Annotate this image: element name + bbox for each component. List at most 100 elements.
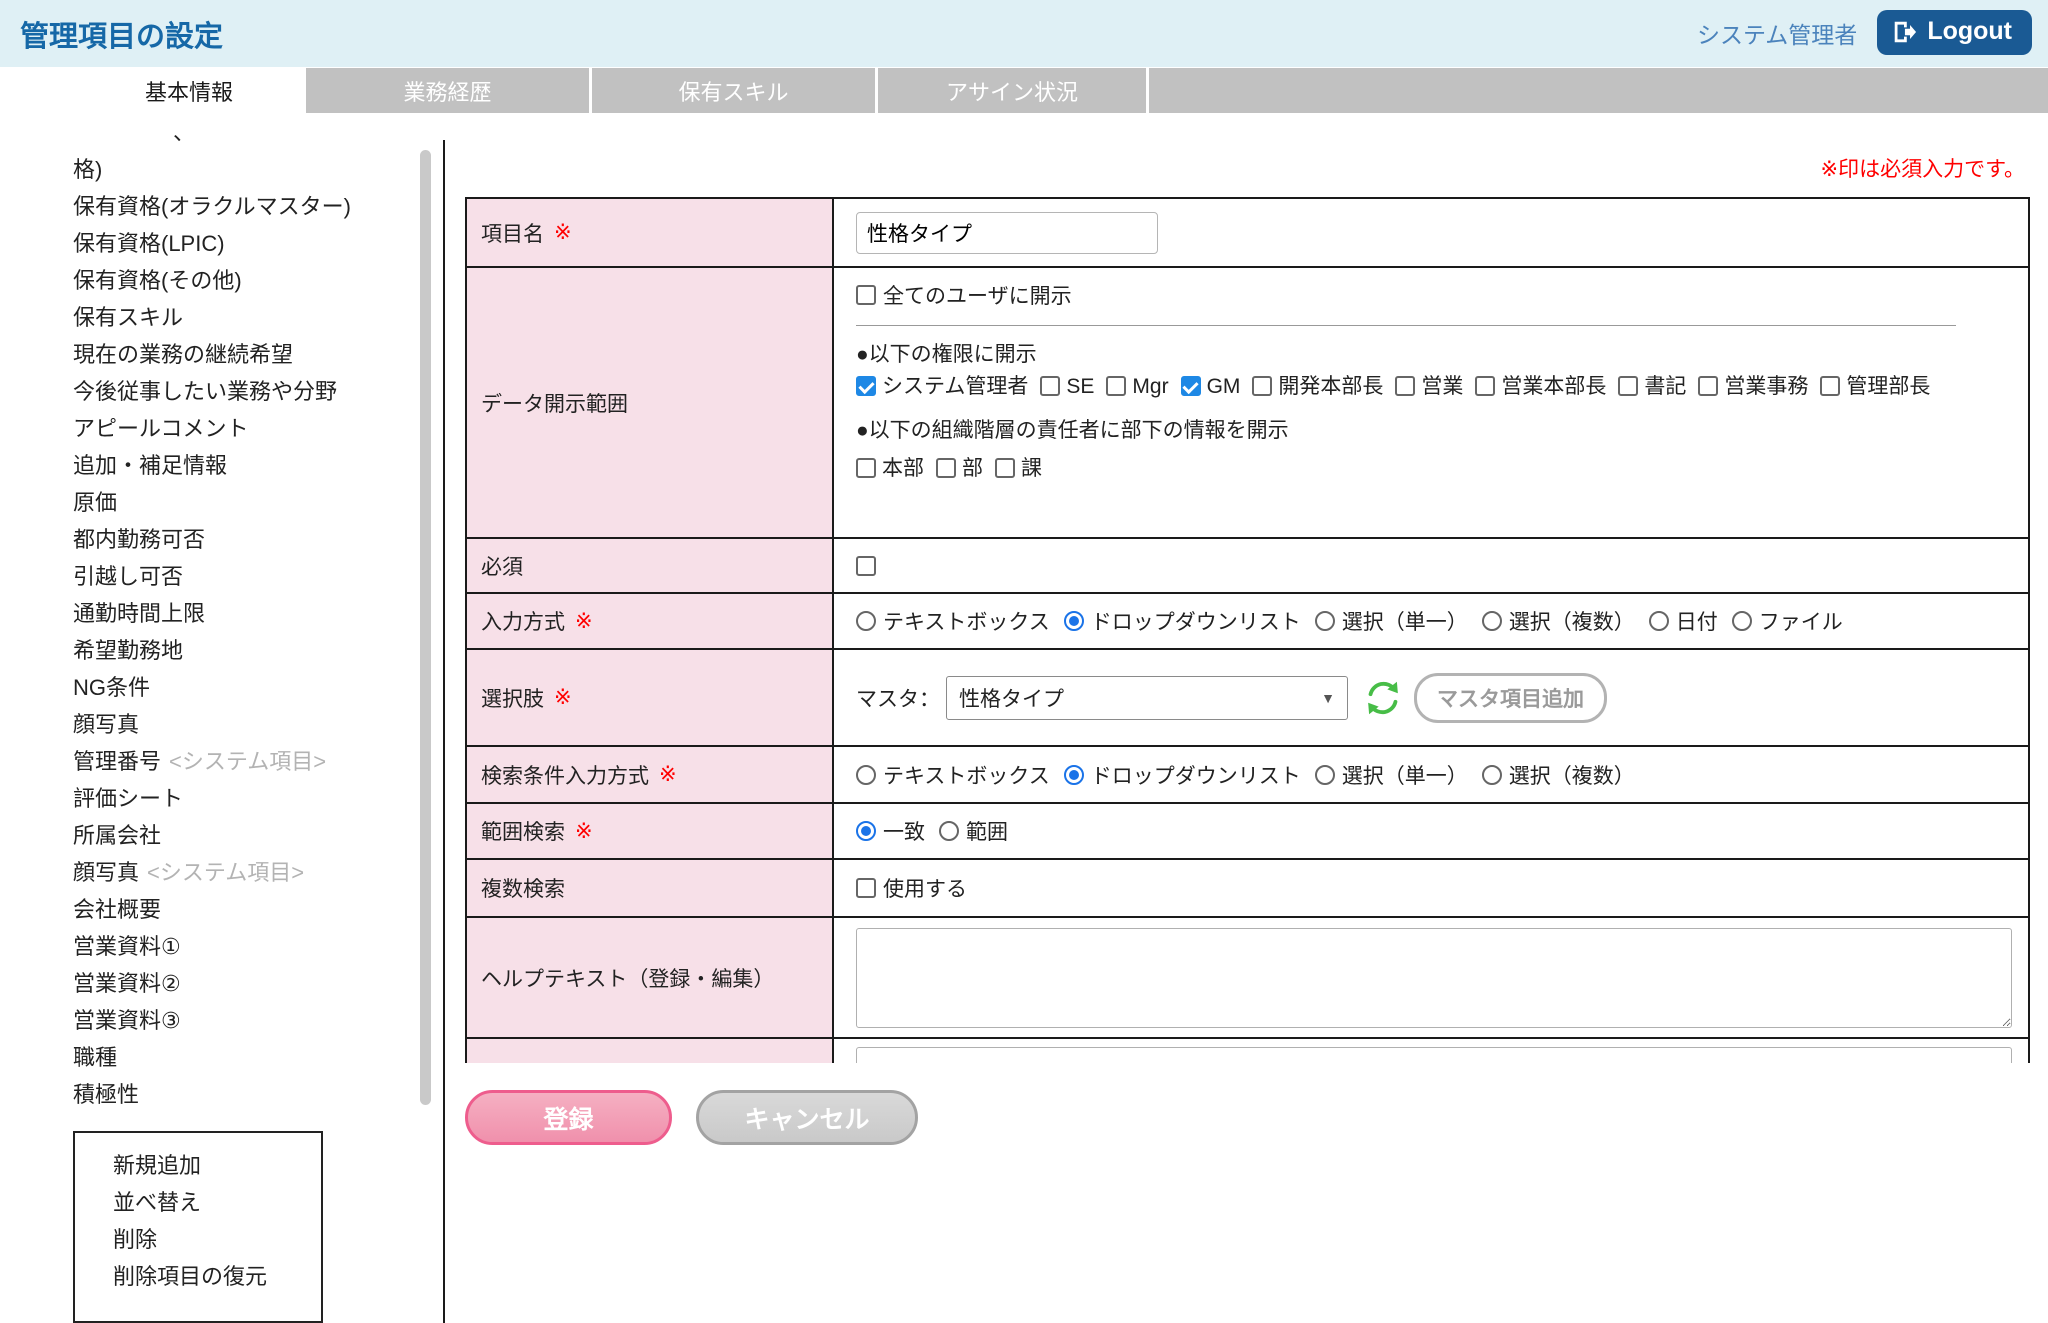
row-help-text: ヘルプテキスト（登録・編集） (467, 918, 2028, 1039)
org-level-checkbox[interactable]: 部 (936, 457, 995, 480)
clipped-textarea[interactable] (856, 1047, 2012, 1063)
tab-skills[interactable]: 保有スキル (592, 68, 875, 113)
role-checkbox[interactable]: 管理部長 (1820, 375, 1942, 398)
tab-basic-info[interactable]: 基本情報 (75, 68, 303, 113)
checkbox-icon (1698, 376, 1718, 396)
org-level-checkbox[interactable]: 本部 (856, 457, 936, 480)
sidebar-item[interactable]: 評価シート (73, 780, 403, 817)
sidebar-item[interactable]: 保有資格(その他) (73, 262, 403, 299)
role-checkbox[interactable]: 開発本部長 (1252, 375, 1395, 398)
sidebar-item[interactable]: 引越し可否 (73, 558, 403, 595)
radio-icon (1649, 611, 1669, 631)
input-method-radio[interactable]: 日付 (1649, 606, 1718, 636)
master-label: マスタ： (856, 683, 940, 713)
all-users-checkbox[interactable]: 全てのユーザに開示 (856, 280, 1072, 310)
role-checkbox[interactable]: システム管理者 (856, 375, 1040, 398)
tab-work-history[interactable]: 業務経歴 (306, 68, 589, 113)
role-checkbox-group: システム管理者SEMgrGM開発本部長営業営業本部長書記営業事務管理部長 (856, 370, 2030, 404)
input-method-radio[interactable]: テキストボックス (856, 606, 1050, 636)
item-settings-table: 項目名※ データ開示範囲 全てのユーザに開示 ●以下の権限に開示 システム管理者… (465, 197, 2030, 1063)
sidebar-item[interactable]: 、 (73, 114, 403, 151)
role-checkbox[interactable]: Mgr (1106, 375, 1180, 398)
refresh-master-button[interactable] (1360, 675, 1406, 721)
sidebar-item[interactable]: 今後従事したい業務や分野 (73, 373, 403, 410)
role-checkbox[interactable]: GM (1181, 375, 1253, 398)
radio-icon (1315, 611, 1335, 631)
search-method-radio[interactable]: 選択（複数） (1482, 760, 1635, 790)
radio-icon (1482, 611, 1502, 631)
sidebar-item[interactable]: 都内勤務可否 (73, 521, 403, 558)
radio-icon (1064, 611, 1084, 631)
required-mark: ※ (554, 685, 572, 710)
range-search-radio[interactable]: 範囲 (939, 816, 1008, 846)
add-master-item-button[interactable]: マスタ項目追加 (1414, 673, 1607, 723)
required-mark: ※ (659, 762, 677, 787)
logout-button[interactable]: Logout (1877, 10, 2032, 55)
dropdown-caret-icon: ▼ (1321, 690, 1335, 706)
user-role-label: システム管理者 (1697, 16, 1857, 50)
action-reorder[interactable]: 並べ替え (113, 1184, 321, 1221)
sidebar-item[interactable]: NG条件 (73, 669, 403, 706)
search-method-radio[interactable]: 選択（単一） (1315, 760, 1468, 790)
multi-search-checkbox[interactable]: 使用する (856, 873, 967, 903)
required-mark: ※ (554, 220, 572, 245)
sidebar-item[interactable]: 原価 (73, 484, 403, 521)
tab-assign-status[interactable]: アサイン状況 (878, 68, 1146, 113)
row-clipped (467, 1039, 2028, 1063)
sidebar-item[interactable]: 追加・補足情報 (73, 447, 403, 484)
role-checkbox[interactable]: SE (1040, 375, 1106, 398)
sidebar-item[interactable]: 希望勤務地 (73, 632, 403, 669)
sidebar-scrollbar[interactable] (420, 150, 431, 1105)
sidebar-item[interactable]: 積極性 (73, 1076, 403, 1113)
help-text-input[interactable] (856, 928, 2012, 1028)
page-title: 管理項目の設定 (20, 13, 223, 55)
row-input-method: 入力方式※ テキストボックス ドロップダウンリスト 選択（単一） 選択（複数） … (467, 594, 2028, 650)
sidebar-item[interactable]: 職種 (73, 1039, 403, 1076)
checkbox-icon (856, 458, 876, 478)
row-range-search: 範囲検索※ 一致 範囲 (467, 804, 2028, 860)
action-delete[interactable]: 削除 (113, 1221, 321, 1258)
sidebar-item[interactable]: 通勤時間上限 (73, 595, 403, 632)
role-checkbox[interactable]: 営業本部長 (1475, 375, 1618, 398)
sidebar-item[interactable]: 保有資格(オラクルマスター) (73, 188, 403, 225)
required-checkbox[interactable] (856, 556, 876, 576)
sidebar-item[interactable]: アピールコメント (73, 410, 403, 447)
sidebar-item[interactable]: 現在の業務の継続希望 (73, 336, 403, 373)
header-right: システム管理者 Logout (1697, 10, 2032, 55)
role-checkbox[interactable]: 営業事務 (1698, 375, 1820, 398)
sidebar-item[interactable]: 営業資料② (73, 965, 403, 1002)
checkbox-icon (856, 878, 876, 898)
input-method-radio[interactable]: ファイル (1732, 606, 1843, 636)
search-method-radio[interactable]: テキストボックス (856, 760, 1050, 790)
required-note: ※印は必須入力です。 (1821, 153, 2026, 183)
row-disclosure-scope: データ開示範囲 全てのユーザに開示 ●以下の権限に開示 システム管理者SEMgr… (467, 268, 2028, 539)
input-method-radio[interactable]: 選択（複数） (1482, 606, 1635, 636)
sidebar-item[interactable]: 営業資料① (73, 928, 403, 965)
org-level-checkbox[interactable]: 課 (995, 457, 1054, 480)
sidebar-item[interactable]: 格) (73, 151, 403, 188)
range-search-radio[interactable]: 一致 (856, 816, 925, 846)
sidebar-item[interactable]: 顔写真<システム項目> (73, 854, 403, 891)
input-method-radio[interactable]: 選択（単一） (1315, 606, 1468, 636)
action-add-new[interactable]: 新規追加 (113, 1147, 321, 1184)
cancel-button[interactable]: キャンセル (696, 1090, 918, 1145)
sidebar-item[interactable]: 所属会社 (73, 817, 403, 854)
sidebar-item[interactable]: 会社概要 (73, 891, 403, 928)
tab-strip-filler (1149, 68, 2048, 113)
sidebar-item[interactable]: 保有資格(LPIC) (73, 225, 403, 262)
submit-button[interactable]: 登録 (465, 1090, 672, 1145)
search-method-radio[interactable]: ドロップダウンリスト (1064, 760, 1301, 790)
input-method-radio[interactable]: ドロップダウンリスト (1064, 606, 1301, 636)
sidebar-item[interactable]: 管理番号<システム項目> (73, 743, 403, 780)
master-select[interactable]: 性格タイプ ▼ (946, 676, 1348, 720)
role-checkbox[interactable]: 営業 (1395, 375, 1475, 398)
role-checkbox[interactable]: 書記 (1618, 375, 1698, 398)
sidebar-item[interactable]: 保有スキル (73, 299, 403, 336)
sidebar-item[interactable]: 営業資料③ (73, 1002, 403, 1039)
row-label: 選択肢※ (467, 650, 834, 745)
system-item-suffix: <システム項目> (169, 749, 326, 774)
item-name-input[interactable] (856, 212, 1158, 254)
action-restore-deleted[interactable]: 削除項目の復元 (113, 1258, 321, 1295)
sidebar-item[interactable]: 顔写真 (73, 706, 403, 743)
logout-label: Logout (1927, 17, 2012, 46)
